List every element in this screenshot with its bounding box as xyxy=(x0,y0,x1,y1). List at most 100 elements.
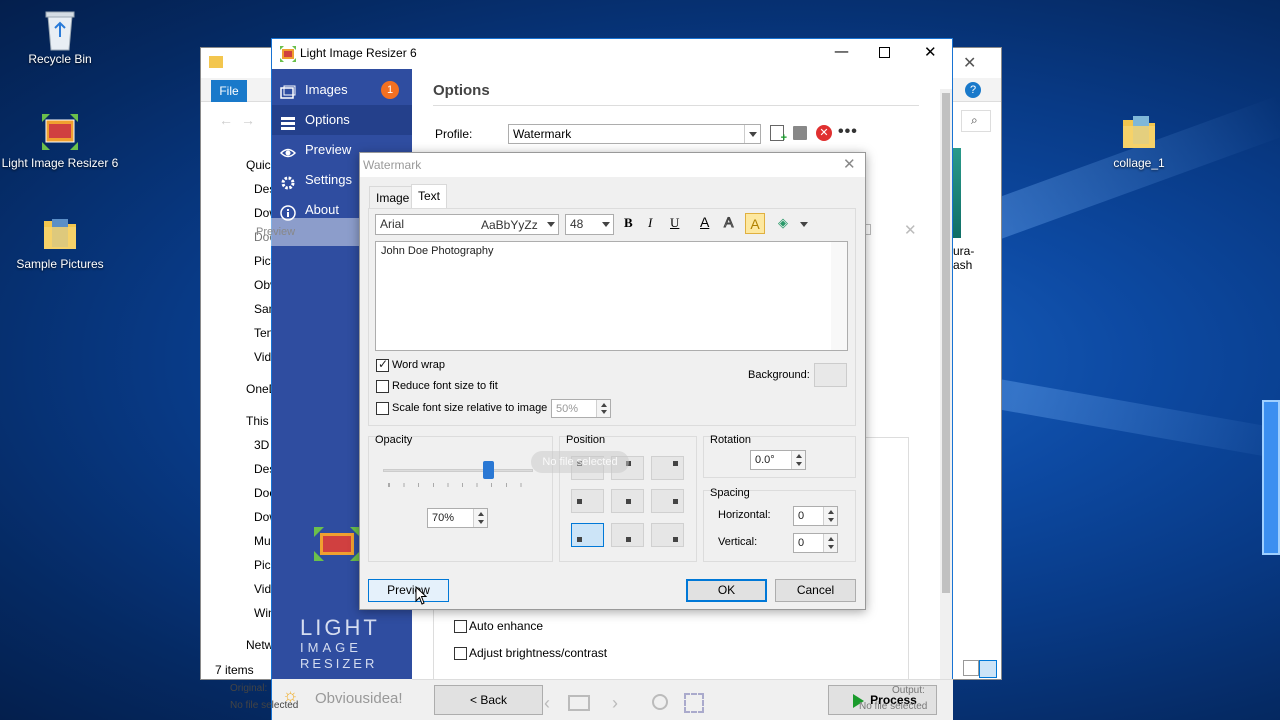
text-outline-icon[interactable]: A xyxy=(723,214,733,231)
opacity-slider-thumb[interactable] xyxy=(482,461,494,479)
maximize-icon[interactable] xyxy=(879,47,890,58)
file-tab[interactable]: File xyxy=(211,80,247,102)
desktop-icon-sample-pictures[interactable]: Sample Pictures xyxy=(0,213,120,271)
text-highlight-icon[interactable]: A xyxy=(745,213,765,234)
tag-icon[interactable]: ◈ xyxy=(778,215,788,231)
opacity-slider-track[interactable] xyxy=(383,469,533,472)
original-label: Original: xyxy=(230,683,268,694)
font-size-select[interactable]: 48 xyxy=(565,214,614,235)
app-icon xyxy=(280,46,296,62)
reduce-font-checkbox[interactable] xyxy=(376,380,389,393)
nav-item[interactable]: Vid xyxy=(254,350,271,364)
desktop-icon-recycle-bin[interactable]: Recycle Bin xyxy=(0,8,120,66)
font-select[interactable]: Arial AaBbYyZz xyxy=(375,214,559,235)
scale-font-input[interactable]: 50% xyxy=(551,399,611,418)
ok-button[interactable]: OK xyxy=(686,579,767,602)
more-icon[interactable]: ••• xyxy=(838,123,858,141)
horizontal-label: Horizontal: xyxy=(718,509,771,521)
reduce-font-label: Reduce font size to fit xyxy=(392,380,498,392)
desktop-icon-label: Recycle Bin xyxy=(28,52,92,66)
back-button[interactable]: < Back xyxy=(434,685,543,715)
search-icon: ⌕ xyxy=(971,113,978,127)
adjust-brightness-checkbox[interactable] xyxy=(454,647,467,660)
sidebar-item-images[interactable]: Images 1 xyxy=(272,75,412,105)
position-bottom-center[interactable] xyxy=(611,523,644,547)
preview-button[interactable]: Preview xyxy=(368,579,449,602)
help-icon[interactable]: ? xyxy=(965,82,981,98)
scale-font-value: 50% xyxy=(556,403,579,415)
nav-item[interactable]: This xyxy=(246,414,269,428)
desktop-icon-label: collage_1 xyxy=(1113,156,1165,170)
options-heading: Options xyxy=(433,82,490,99)
text-area-scrollbar[interactable] xyxy=(831,242,847,350)
auto-enhance-checkbox[interactable] xyxy=(454,620,467,633)
nav-item[interactable]: Pic xyxy=(254,558,271,572)
spin-buttons[interactable] xyxy=(791,451,805,469)
position-top-right[interactable] xyxy=(651,456,684,480)
nav-item[interactable]: 3D xyxy=(254,438,269,452)
profile-label: Profile: xyxy=(435,127,473,141)
new-profile-icon[interactable]: + xyxy=(770,125,787,144)
sidebar-item-options[interactable]: Options xyxy=(272,105,412,135)
sidebar-item-label: Images xyxy=(305,82,348,97)
background-color-swatch[interactable] xyxy=(814,363,847,387)
back-arrow-icon[interactable]: ← xyxy=(219,112,233,128)
close-icon[interactable]: ✕ xyxy=(924,43,937,61)
bold-button[interactable]: B xyxy=(624,215,633,231)
title-bar: Light Image Resizer 6 — ✕ xyxy=(272,39,952,69)
position-center[interactable] xyxy=(611,489,644,513)
wallpaper-window-shape xyxy=(1262,400,1280,555)
profile-select[interactable]: Watermark xyxy=(508,124,761,144)
close-icon[interactable]: ✕ xyxy=(843,155,856,173)
word-wrap-checkbox[interactable] xyxy=(376,357,389,372)
folder-icon xyxy=(40,213,80,253)
details-view-icon[interactable] xyxy=(963,660,979,676)
cancel-button[interactable]: Cancel xyxy=(775,579,856,602)
position-bottom-right[interactable] xyxy=(651,523,684,547)
scale-font-checkbox[interactable] xyxy=(376,402,389,415)
search-box[interactable]: ⌕ xyxy=(961,110,991,132)
nav-item[interactable]: Quic xyxy=(246,158,271,172)
folder-icon xyxy=(1119,112,1159,152)
nav-item[interactable]: Vid xyxy=(254,582,271,596)
chevron-down-icon xyxy=(744,125,760,143)
rotation-input[interactable]: 0.0° xyxy=(750,450,806,470)
fit-icon[interactable] xyxy=(684,693,704,713)
delete-icon[interactable]: ✕ xyxy=(816,125,832,141)
italic-button[interactable]: I xyxy=(648,215,652,231)
spin-buttons[interactable] xyxy=(473,509,487,527)
opacity-input[interactable]: 70% xyxy=(427,508,488,528)
save-icon[interactable] xyxy=(793,126,807,140)
underline-button[interactable]: U xyxy=(670,215,679,231)
scale-font-label: Scale font size relative to image xyxy=(392,402,548,414)
vertical-spacing-input[interactable]: 0 xyxy=(793,533,838,553)
horizontal-spacing-input[interactable]: 0 xyxy=(793,506,838,526)
position-middle-left[interactable] xyxy=(571,489,604,513)
rotation-value: 0.0° xyxy=(755,454,775,466)
spin-buttons[interactable] xyxy=(823,507,837,525)
minimize-icon[interactable]: — xyxy=(834,42,849,60)
tab-image[interactable]: Image xyxy=(369,186,417,208)
chevron-down-icon[interactable] xyxy=(800,222,808,227)
large-icons-view-icon[interactable] xyxy=(979,660,997,678)
nav-item[interactable]: Netw xyxy=(246,638,273,652)
scrollbar-thumb[interactable] xyxy=(942,93,950,593)
close-icon[interactable]: ✕ xyxy=(963,53,976,72)
watermark-text-area[interactable]: John Doe Photography xyxy=(375,241,848,351)
folder-icon xyxy=(209,56,223,68)
desktop-icon-light-image-resizer[interactable]: Light Image Resizer 6 xyxy=(0,112,120,170)
position-bottom-left[interactable] xyxy=(571,523,604,547)
nav-item[interactable]: Mu xyxy=(254,534,271,548)
forward-arrow-icon[interactable]: → xyxy=(241,112,255,128)
tab-text[interactable]: Text xyxy=(411,184,448,208)
scrollbar[interactable] xyxy=(940,89,952,685)
spin-buttons[interactable] xyxy=(596,400,610,417)
desktop-icon-collage[interactable]: collage_1 xyxy=(1079,112,1199,170)
spin-buttons[interactable] xyxy=(823,534,837,552)
next-icon[interactable]: › xyxy=(612,693,618,714)
compare-icon[interactable] xyxy=(568,695,590,711)
position-middle-right[interactable] xyxy=(651,489,684,513)
prev-icon[interactable]: ‹ xyxy=(544,693,550,714)
zoom-icon[interactable] xyxy=(652,694,668,710)
font-color-icon[interactable]: A xyxy=(700,214,709,230)
